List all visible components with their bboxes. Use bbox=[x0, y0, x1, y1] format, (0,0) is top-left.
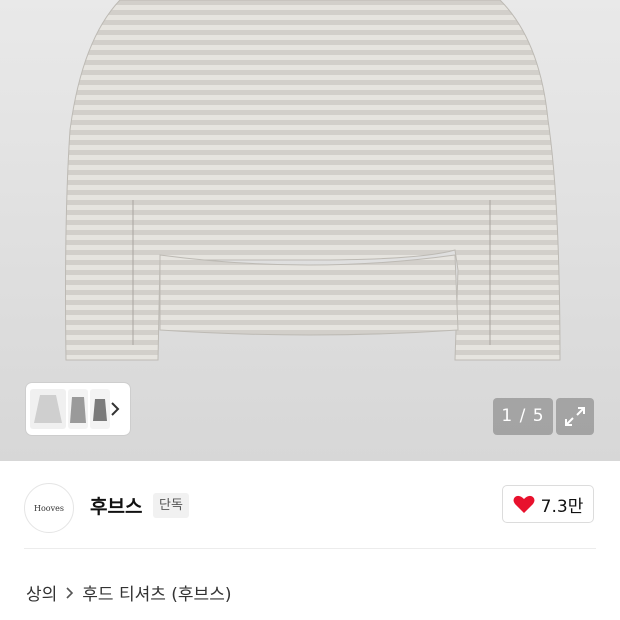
thumbnail-2[interactable] bbox=[68, 389, 88, 429]
breadcrumb: 상의 후드 티셔츠 (후브스) bbox=[26, 580, 231, 605]
brand-name[interactable]: 후브스 bbox=[90, 492, 142, 519]
heart-icon bbox=[513, 495, 535, 513]
expand-icon bbox=[565, 407, 585, 426]
product-image-gallery[interactable]: 1 / 5 bbox=[0, 0, 620, 461]
chevron-right-icon[interactable] bbox=[108, 399, 122, 419]
exclusive-badge: 단독 bbox=[153, 493, 189, 518]
breadcrumb-item-category[interactable]: 상의 bbox=[26, 580, 57, 605]
divider bbox=[24, 548, 596, 549]
brand-logo[interactable]: Hooves bbox=[24, 483, 74, 533]
thumbnail-1[interactable] bbox=[30, 389, 66, 429]
thumbnail-3[interactable] bbox=[90, 389, 110, 429]
expand-button[interactable] bbox=[556, 398, 594, 435]
like-count: 7.3만 bbox=[540, 496, 584, 517]
breadcrumb-item-subcategory[interactable]: 후드 티셔츠 (후브스) bbox=[82, 580, 231, 605]
thumbnail-strip[interactable] bbox=[26, 383, 130, 435]
chevron-right-icon bbox=[66, 586, 74, 599]
like-button[interactable]: 7.3만 bbox=[502, 485, 594, 523]
image-counter: 1 / 5 bbox=[493, 398, 553, 435]
